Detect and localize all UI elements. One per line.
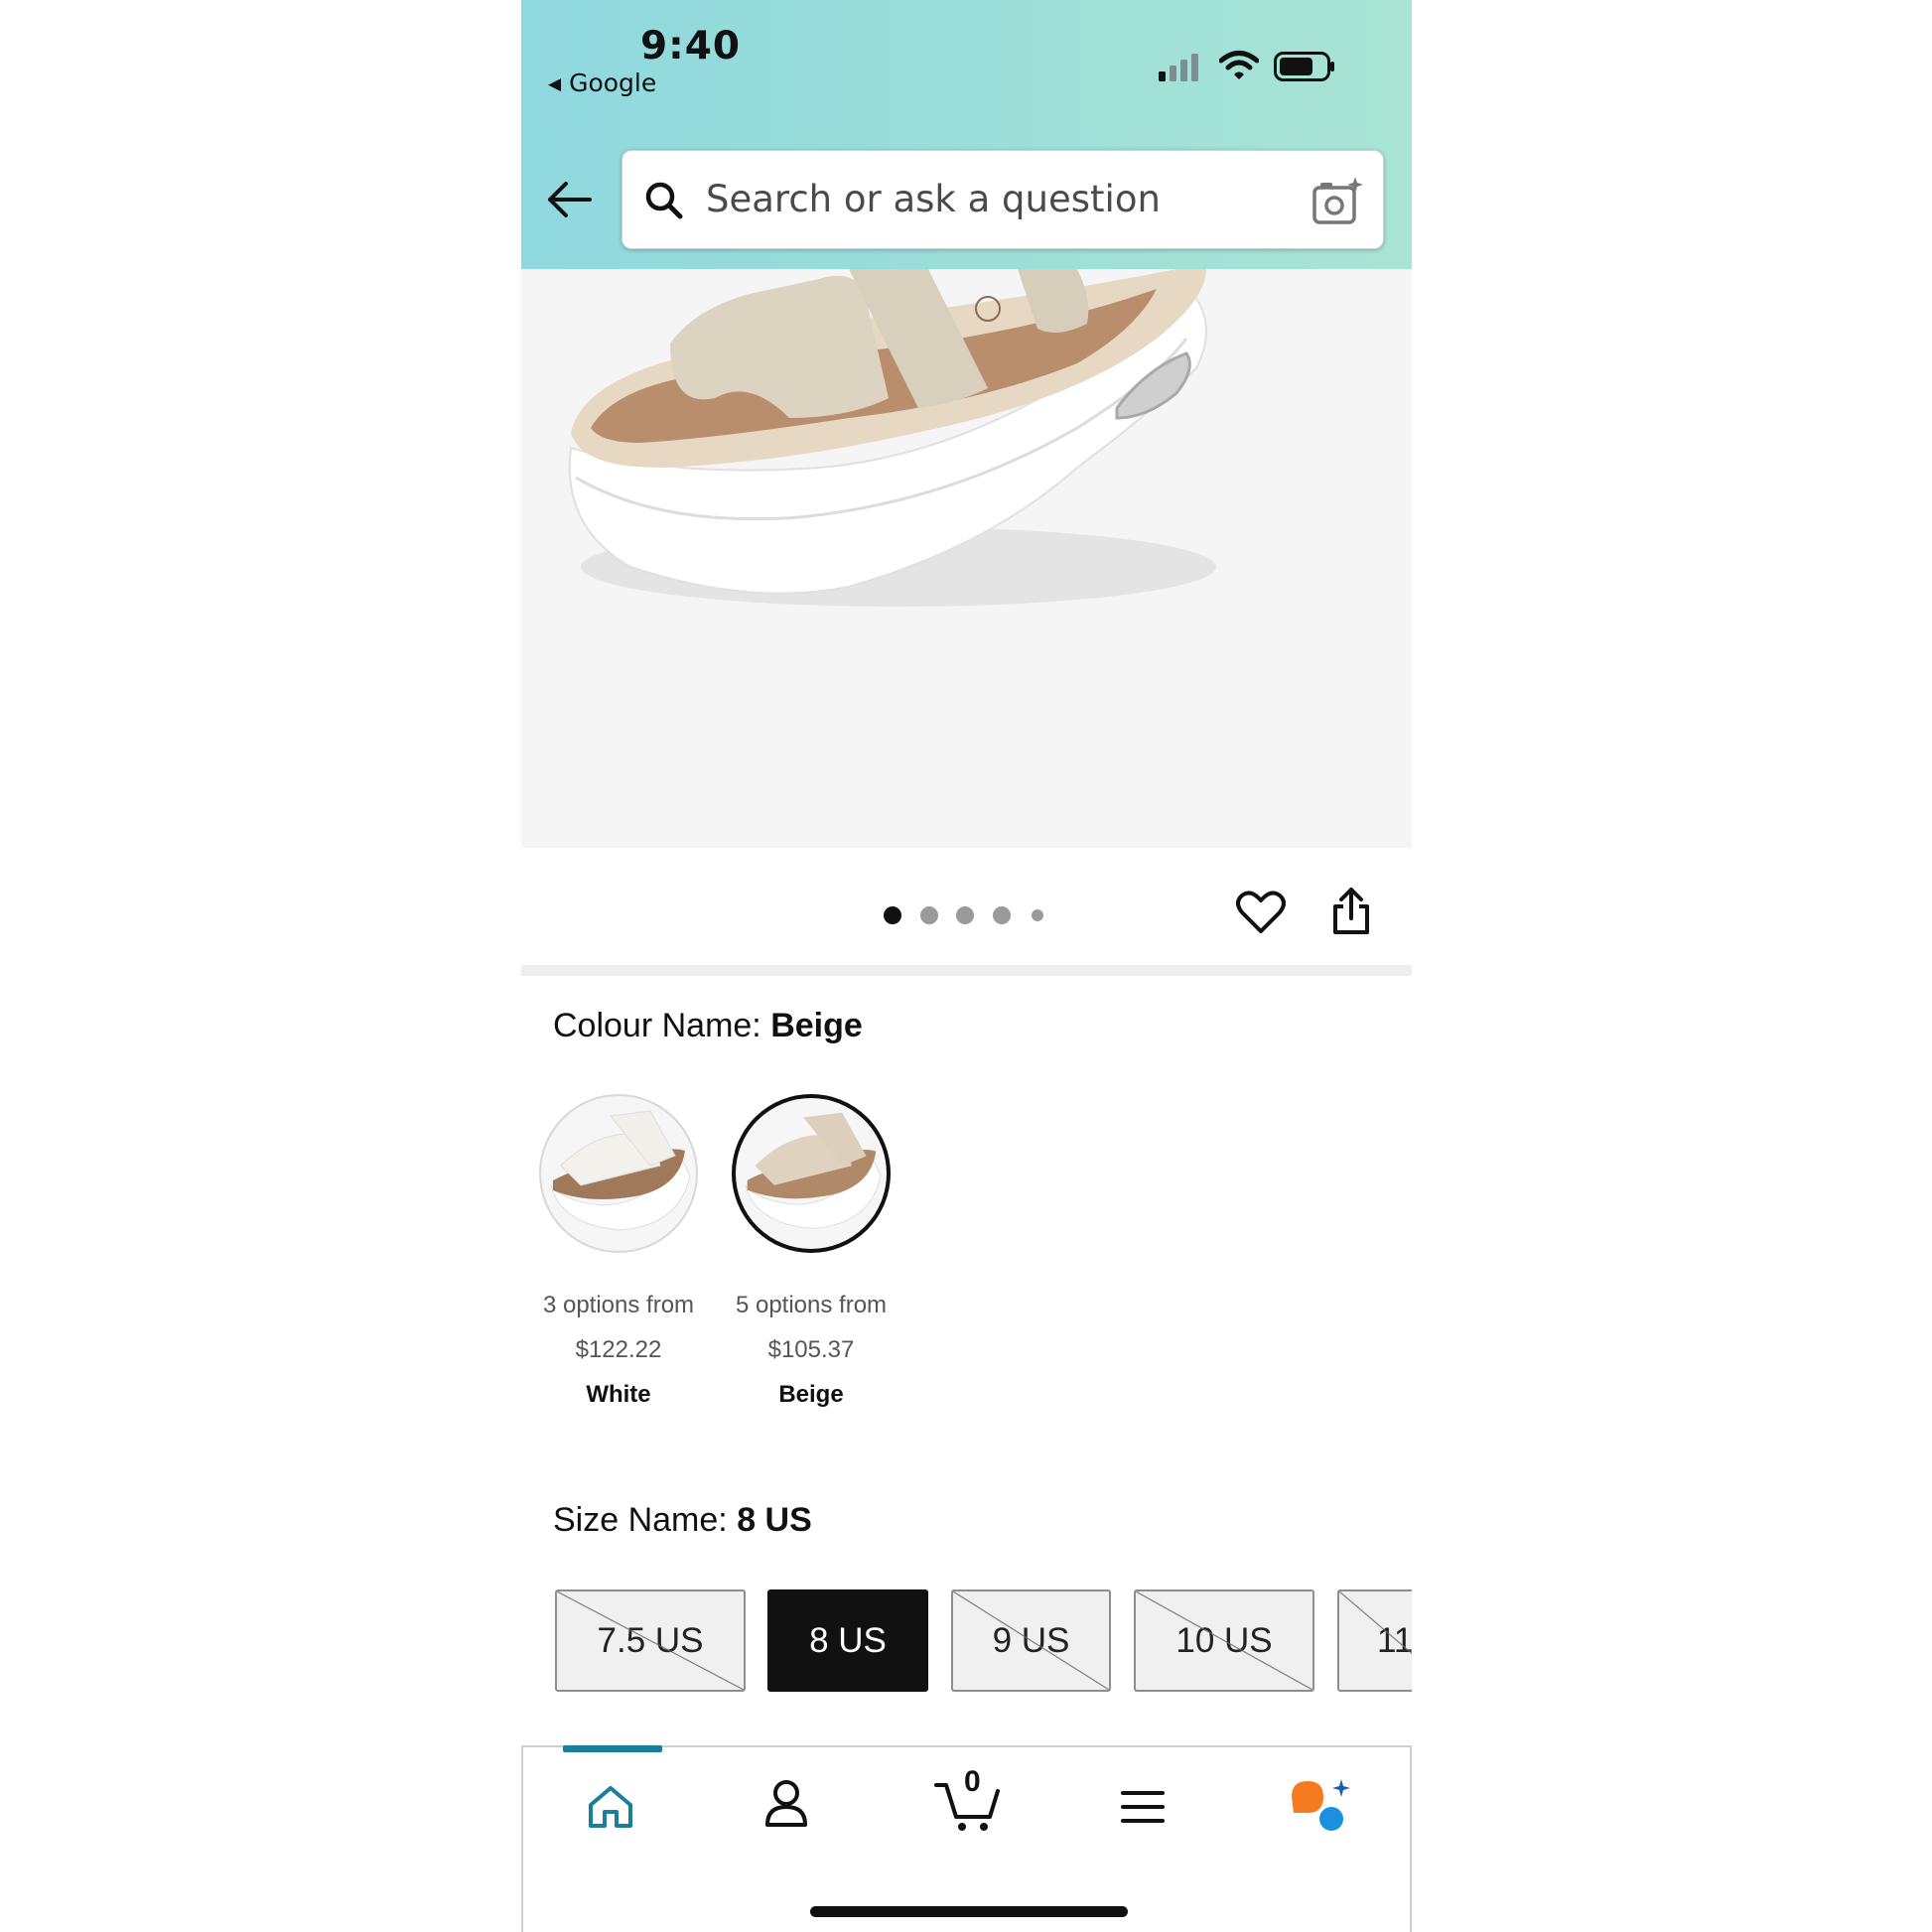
home-icon[interactable] (587, 1785, 634, 1829)
search-input[interactable] (706, 173, 1282, 224)
size-option-8[interactable]: 8 US (767, 1589, 928, 1692)
colour-thumbnail-white (539, 1094, 698, 1253)
rufus-assistant-icon[interactable] (1290, 1777, 1351, 1833)
cart-button[interactable]: 0 (934, 1765, 1004, 1833)
colour-option-beige[interactable]: 5 options from $105.37 Beige (714, 1094, 908, 1417)
back-arrow-icon[interactable] (546, 181, 592, 218)
carousel-dot-4[interactable] (993, 906, 1011, 924)
back-app-label: Google (569, 69, 657, 97)
back-triangle-icon: ◀ (548, 74, 562, 94)
search-bar[interactable] (621, 150, 1384, 249)
colour-option-count: 3 options from (542, 1292, 695, 1318)
colour-option-price: $105.37 (767, 1336, 855, 1363)
section-divider (521, 965, 1412, 976)
status-time: 9:40 (640, 24, 742, 69)
carousel-dot-5[interactable] (1032, 909, 1043, 921)
colour-option-name: White (586, 1381, 651, 1408)
account-icon[interactable] (763, 1779, 809, 1829)
selected-size: 8 US (737, 1501, 812, 1539)
share-icon[interactable] (1331, 887, 1371, 936)
sandal-image (568, 269, 1216, 607)
search-icon (645, 182, 683, 219)
size-option-7-5[interactable]: 7.5 US (555, 1589, 746, 1692)
beige-sandal-thumbnail (745, 1112, 882, 1230)
colour-name-heading: Colour Name: Beige (553, 1007, 863, 1045)
colour-option-count: 5 options from (735, 1292, 888, 1318)
wishlist-heart-icon[interactable] (1236, 890, 1286, 935)
size-option-label: 7.5 US (597, 1620, 704, 1660)
size-name-heading: Size Name: 8 US (553, 1501, 812, 1540)
size-option-label: 10 US (1175, 1620, 1273, 1660)
colour-label-text: Colour Name: (553, 1007, 761, 1044)
selected-colour: Beige (770, 1007, 863, 1044)
colour-option-price: $122.22 (575, 1336, 662, 1363)
colour-option-white[interactable]: 3 options from $122.22 White (521, 1094, 716, 1417)
colour-option-name: Beige (778, 1381, 844, 1408)
wifi-icon (1219, 51, 1259, 79)
product-image[interactable] (521, 269, 1412, 848)
phone-screen: 9:40 ◀ Google Search or ask a question C… (521, 0, 1412, 1932)
carousel-dot-2[interactable] (920, 906, 938, 924)
carousel-dot-3[interactable] (956, 906, 974, 924)
header: 9:40 ◀ Google (521, 0, 1412, 269)
cellular-signal-icon (1159, 54, 1198, 81)
size-option-10[interactable]: 10 US (1134, 1589, 1314, 1692)
size-option-9[interactable]: 9 US (951, 1589, 1111, 1692)
home-indicator (810, 1906, 1128, 1917)
bottom-navigation: 0 (521, 1745, 1412, 1932)
size-label-text: Size Name: (553, 1501, 728, 1539)
white-sandal-thumbnail (550, 1110, 691, 1231)
back-to-app-link[interactable]: ◀ Google (548, 69, 656, 97)
camera-lens-icon[interactable] (1311, 177, 1363, 226)
colour-thumbnail-beige (732, 1094, 891, 1253)
size-option-label: 8 US (809, 1620, 887, 1660)
size-option-11[interactable]: 11 (1337, 1589, 1412, 1692)
menu-hamburger-icon[interactable] (1121, 1789, 1165, 1825)
size-option-label: 9 US (992, 1620, 1070, 1660)
battery-icon (1274, 52, 1334, 81)
carousel-dot-1[interactable] (884, 906, 901, 924)
cart-count: 0 (964, 1765, 981, 1798)
size-option-label: 11 (1377, 1620, 1412, 1660)
active-tab-indicator (563, 1745, 662, 1752)
